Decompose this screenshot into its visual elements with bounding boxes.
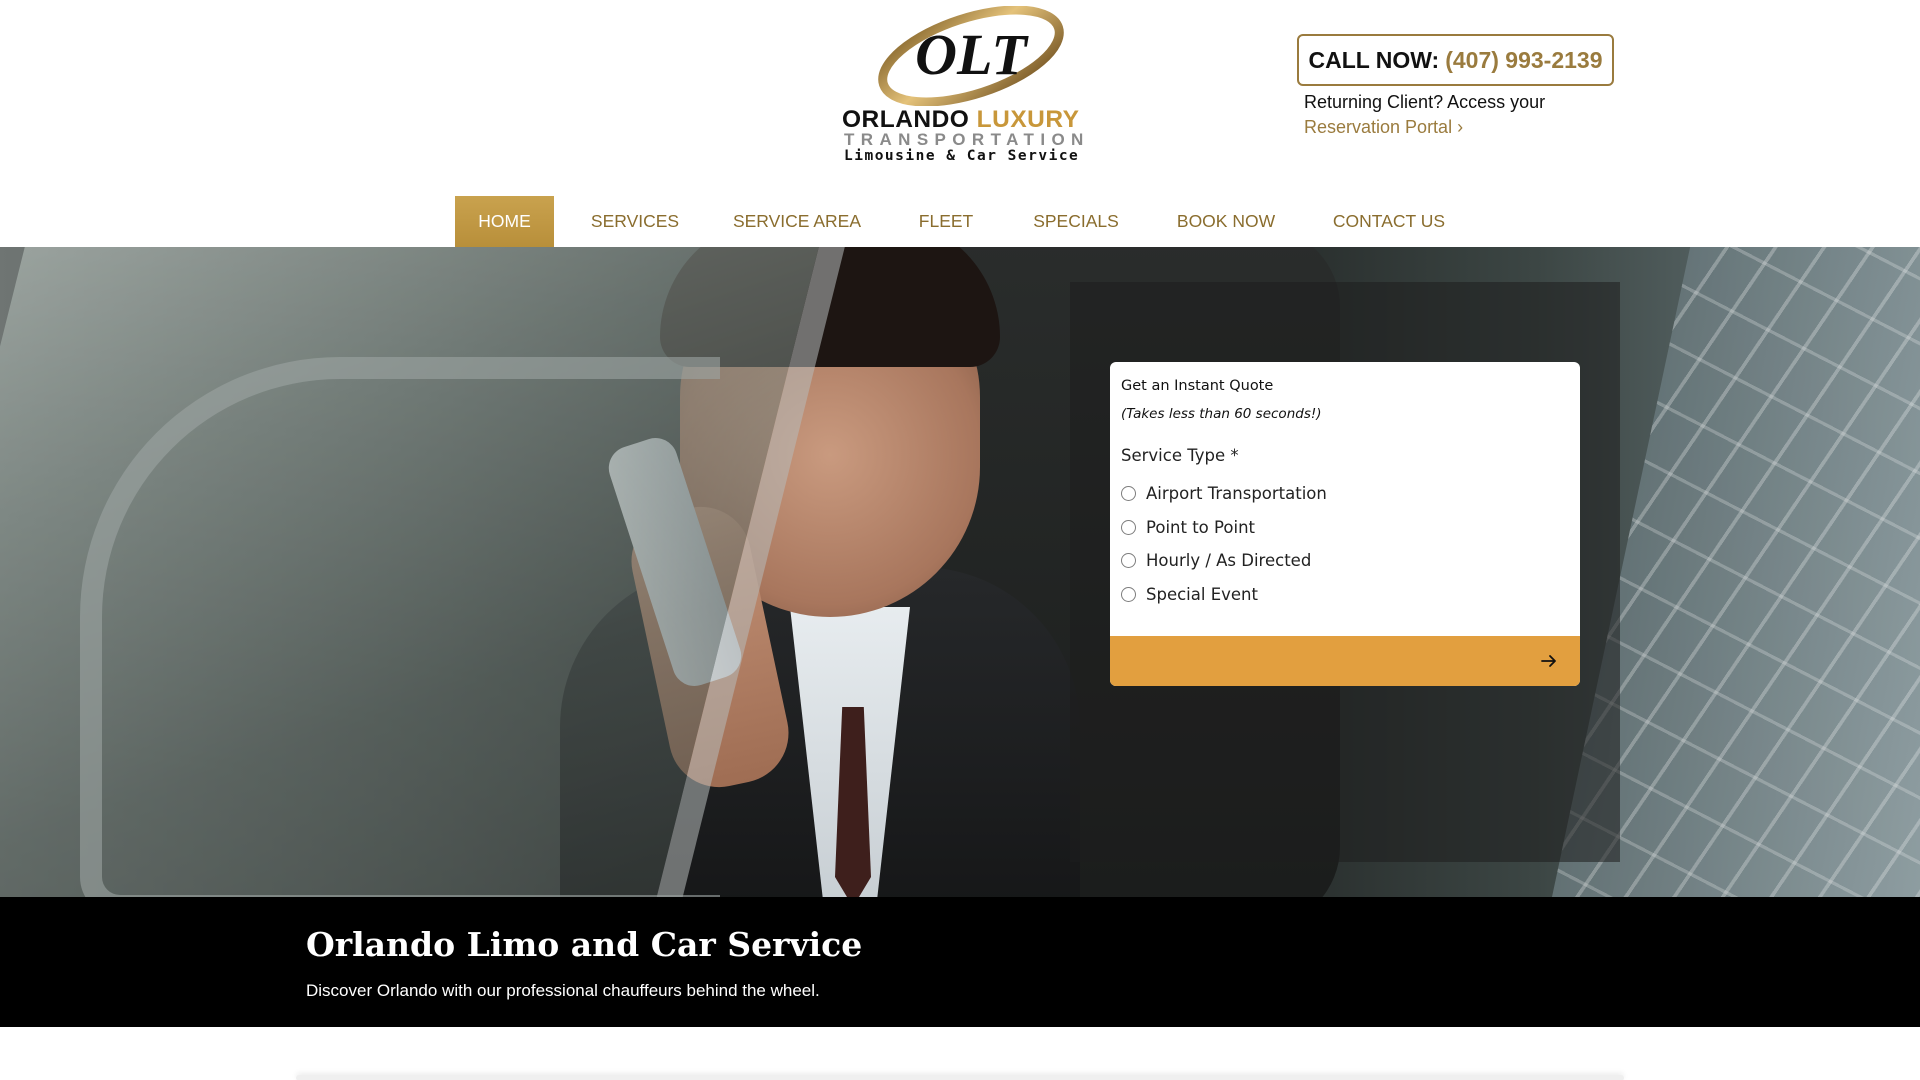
option-label: Airport Transportation	[1146, 483, 1327, 503]
quote-next-button[interactable]	[1110, 636, 1580, 686]
nav-book-now[interactable]: BOOK NOW	[1166, 196, 1286, 247]
page-title: Orlando Limo and Car Service	[306, 925, 863, 964]
call-now-button[interactable]: CALL NOW: (407) 993-2139	[1297, 34, 1614, 86]
option-airport-transportation[interactable]: Airport Transportation	[1121, 482, 1327, 504]
call-now-label: CALL NOW:	[1308, 46, 1440, 73]
option-label: Special Event	[1146, 584, 1258, 604]
intro-band: Orlando Limo and Car Service Discover Or…	[0, 897, 1920, 1027]
logo-word-orlando: ORLANDO	[842, 106, 970, 133]
hero-image-car-frame	[80, 357, 720, 897]
intro-text: Discover Orlando with our professional c…	[306, 981, 820, 1000]
olt-logo-mark-icon: OLT	[878, 6, 1064, 106]
content-card-edge	[296, 1075, 1624, 1080]
below-fold	[0, 1027, 1920, 1080]
arrow-right-icon	[1541, 655, 1556, 667]
nav-contact-us[interactable]: CONTACT US	[1322, 196, 1456, 247]
nav-specials[interactable]: SPECIALS	[1022, 196, 1130, 247]
radio-hourly-as-directed[interactable]	[1121, 552, 1136, 568]
quote-panel: Get an Instant Quote (Takes less than 60…	[1070, 282, 1620, 862]
option-label: Hourly / As Directed	[1146, 550, 1312, 570]
site-header: OLT ORLANDO LUXURY TRANSPORTATION Limous…	[0, 0, 1920, 196]
main-nav: HOME SERVICES SERVICE AREA FLEET SPECIAL…	[0, 196, 1920, 247]
site-logo[interactable]: OLT ORLANDO LUXURY TRANSPORTATION Limous…	[838, 6, 1090, 164]
hero-section: Get an Instant Quote (Takes less than 60…	[0, 247, 1920, 897]
returning-client: Returning Client? Access your Reservatio…	[1304, 90, 1604, 140]
instant-quote-form: Get an Instant Quote (Takes less than 60…	[1110, 362, 1580, 686]
reservation-portal-link[interactable]: Reservation Portal ›	[1304, 115, 1463, 140]
quote-subtitle: (Takes less than 60 seconds!)	[1121, 406, 1322, 422]
option-special-event[interactable]: Special Event	[1121, 583, 1258, 605]
phone-number[interactable]: (407) 993-2139	[1445, 47, 1602, 74]
service-type-label: Service Type *	[1121, 446, 1239, 465]
option-hourly-as-directed[interactable]: Hourly / As Directed	[1121, 549, 1311, 571]
svg-text:OLT: OLT	[915, 22, 1029, 87]
radio-special-event[interactable]	[1121, 586, 1136, 602]
option-point-to-point[interactable]: Point to Point	[1121, 516, 1255, 538]
radio-airport-transportation[interactable]	[1121, 485, 1136, 501]
option-label: Point to Point	[1146, 517, 1255, 537]
nav-service-area[interactable]: SERVICE AREA	[722, 196, 872, 247]
nav-home[interactable]: HOME	[455, 196, 554, 247]
radio-point-to-point[interactable]	[1121, 519, 1136, 535]
returning-client-text: Returning Client? Access your	[1304, 92, 1546, 112]
nav-services[interactable]: SERVICES	[580, 196, 690, 247]
logo-word-luxury: LUXURY	[976, 106, 1080, 133]
logo-tagline: Limousine & Car Service	[844, 148, 1080, 164]
nav-fleet[interactable]: FLEET	[900, 196, 992, 247]
logo-transportation: TRANSPORTATION	[844, 130, 1090, 149]
quote-title: Get an Instant Quote	[1121, 378, 1274, 394]
